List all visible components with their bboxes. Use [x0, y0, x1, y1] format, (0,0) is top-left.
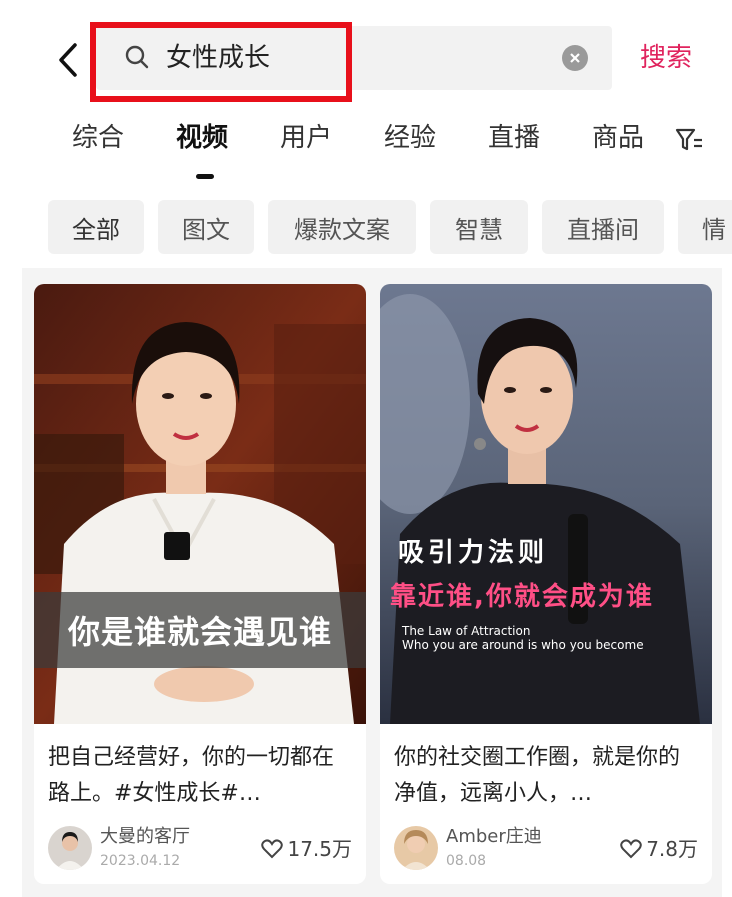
heart-icon: [620, 839, 642, 859]
tab-products[interactable]: 商品: [592, 120, 644, 156]
video-caption-english-sub: Who you are around is who you become: [402, 638, 644, 652]
video-caption-text: 你是谁就会遇见谁: [67, 613, 332, 651]
like-count-text: 7.8万: [646, 837, 698, 861]
avatar[interactable]: [48, 826, 92, 870]
tab-experience[interactable]: 经验: [384, 120, 436, 156]
chip-wisdom[interactable]: 智慧: [430, 200, 528, 254]
post-date: 2023.04.12: [100, 853, 181, 869]
author-name[interactable]: 大曼的客厅: [100, 826, 190, 848]
card-title[interactable]: 把自己经营好，你的一切都在路上。#女性成长#…: [48, 740, 354, 812]
avatar[interactable]: [394, 826, 438, 870]
tab-users[interactable]: 用户: [280, 120, 332, 156]
video-thumbnail[interactable]: 你是谁就会遇见谁: [34, 284, 366, 724]
video-caption-line: 吸引力法则: [398, 538, 549, 568]
back-button[interactable]: [50, 38, 86, 82]
author-name[interactable]: Amber庄迪: [446, 826, 542, 848]
like-count[interactable]: 17.5万: [261, 836, 352, 862]
video-caption-band: 你是谁就会遇见谁: [34, 592, 366, 668]
like-count-text: 17.5万: [287, 837, 352, 861]
video-thumbnail[interactable]: 吸引力法则 靠近谁,你就会成为谁 The Law of Attraction W…: [380, 284, 712, 724]
chip-emotion[interactable]: 情: [678, 200, 732, 254]
filter-icon[interactable]: [674, 126, 704, 154]
chip-all[interactable]: 全部: [48, 200, 144, 254]
search-button[interactable]: 搜索: [640, 40, 692, 76]
clear-search-icon[interactable]: [562, 45, 588, 71]
chip-image-text[interactable]: 图文: [158, 200, 254, 254]
active-tab-indicator: [196, 174, 214, 179]
category-tabs: 综合 视频 用户 经验 直播 商品: [0, 120, 732, 180]
tab-all[interactable]: 综合: [72, 120, 124, 156]
tab-video[interactable]: 视频: [176, 120, 228, 156]
post-date: 08.08: [446, 853, 487, 869]
woman-speaker-image: [380, 284, 712, 724]
like-count[interactable]: 7.8万: [620, 836, 698, 862]
chip-hot-copy[interactable]: 爆款文案: [268, 200, 416, 254]
video-caption-english: The Law of Attraction: [402, 624, 531, 638]
video-card[interactable]: 吸引力法则 靠近谁,你就会成为谁 The Law of Attraction W…: [380, 284, 712, 884]
video-caption-highlight: 靠近谁,你就会成为谁: [390, 582, 654, 612]
chip-live-room[interactable]: 直播间: [542, 200, 664, 254]
tab-live[interactable]: 直播: [488, 120, 540, 156]
card-title[interactable]: 你的社交圈工作圈，就是你的净值，远离小人，…: [394, 740, 700, 812]
chevron-left-icon: [59, 43, 77, 77]
heart-icon: [261, 839, 284, 859]
video-card[interactable]: 你是谁就会遇见谁 把自己经营好，你的一切都在路上。#女性成长#… 大曼的客厅 2…: [34, 284, 366, 884]
search-highlight-box: [90, 22, 352, 102]
